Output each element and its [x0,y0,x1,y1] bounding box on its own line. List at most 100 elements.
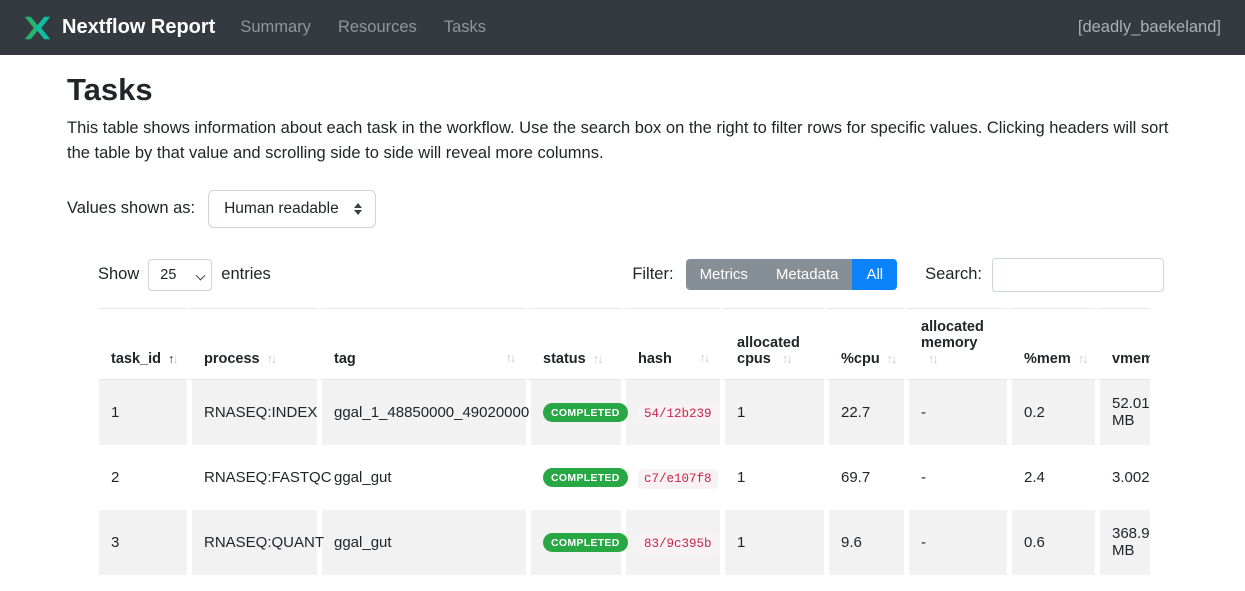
cell-process: RNASEQ:QUANT [187,510,317,575]
cell-hash: 83/9c395b [621,510,720,575]
cell-pct-cpu: 42.8 [824,575,904,591]
col-header-tag[interactable]: tag↑↓ [317,308,526,380]
table-row: 2 RNASEQ:FASTQC ggal_gut COMPLETED c7/e1… [99,445,1150,510]
cell-hash: 54/12b239 [621,380,720,445]
cell-status: COMPLETED [526,575,621,591]
entries-label: entries [221,265,271,284]
hash-code: 83/9c395b [638,534,718,554]
entries-select[interactable]: 25 [148,259,212,291]
sort-icon: ↑↓ [782,352,791,366]
cell-pct-cpu: 22.7 [824,380,904,445]
cell-tag: ggal_1_48850000_49020000 [317,380,526,445]
cell-status: COMPLETED [526,445,621,510]
page-description-line1: This table shows information about each … [67,116,1245,141]
navbar-brand[interactable]: Nextflow Report [24,15,215,41]
filter-search-group: Filter: Metrics Metadata All Search: [632,258,1164,292]
table-header-row: task_id↑↓ process↑↓ tag↑↓ status↑↓ hash↑… [99,308,1150,380]
page-title: Tasks [67,71,1245,110]
cell-allocated-cpus: 1 [720,380,824,445]
show-label: Show [98,265,139,284]
table-row: 1 RNASEQ:INDEX ggal_1_48850000_49020000 … [99,380,1150,445]
cell-status: COMPLETED [526,380,621,445]
col-header-vmem[interactable]: vmem↑↓ [1095,308,1150,380]
col-header-allocated-cpus[interactable]: allocated cpus ↑↓ [720,308,824,380]
sort-icon: ↑↓ [1078,352,1087,366]
cell-allocated-cpus: 1 [720,575,824,591]
entries-selected: 25 [160,267,176,283]
filter-all-button[interactable]: All [852,259,897,290]
sort-icon: ↑↓ [506,351,515,365]
cell-pct-mem: 1.4 [1007,575,1095,591]
cell-process: MULTIQC [187,575,317,591]
col-header-pct-mem[interactable]: %mem↑↓ [1007,308,1095,380]
sort-icon: ↑↓ [700,351,709,365]
sort-icon: ↑↓ [267,352,276,366]
nextflow-logo-icon [24,15,51,41]
col-header-pct-cpu[interactable]: %cpu↑↓ [824,308,904,380]
page-description-line2: the table by that value and scrolling si… [67,141,1245,166]
cell-allocated-memory: - [904,445,1007,510]
cell-vmem: 52.016 MB [1095,380,1150,445]
filter-metrics-button[interactable]: Metrics [686,259,762,290]
hash-code: c7/e107f8 [638,469,718,489]
cell-tag: ggal_gut [317,445,526,510]
cell-allocated-cpus: 1 [720,445,824,510]
cell-pct-mem: 0.2 [1007,380,1095,445]
entries-control: Show 25 entries [98,259,271,291]
cell-tag: - [317,575,526,591]
navbar-brand-label: Nextflow Report [62,16,215,39]
search-input[interactable] [992,258,1164,292]
status-badge: COMPLETED [543,468,628,487]
cell-process: RNASEQ:INDEX [187,380,317,445]
cell-pct-cpu: 9.6 [824,510,904,575]
page-description: This table shows information about each … [67,116,1245,166]
cell-pct-cpu: 69.7 [824,445,904,510]
col-header-hash[interactable]: hash↑↓ [621,308,720,380]
navbar-links: Summary Resources Tasks [240,18,486,37]
hash-code: 54/12b239 [638,404,718,424]
sort-icon: ↑↓ [593,352,602,366]
status-badge: COMPLETED [543,403,628,422]
status-badge: COMPLETED [543,533,628,552]
cell-tag: ggal_gut [317,510,526,575]
table-row: 3 RNASEQ:QUANT ggal_gut COMPLETED 83/9c3… [99,510,1150,575]
cell-hash: c7/e107f8 [621,445,720,510]
table-controls: Show 25 entries Filter: Metrics Metadata… [98,258,1164,292]
cell-process: RNASEQ:FASTQC [187,445,317,510]
run-name: [deadly_baekeland] [1078,18,1221,37]
cell-allocated-memory: - [904,510,1007,575]
cell-vmem: 571.58 MB [1095,575,1150,591]
tasks-table: task_id↑↓ process↑↓ tag↑↓ status↑↓ hash↑… [99,308,1150,591]
col-header-allocated-memory[interactable]: allocated memory ↑↓ [904,308,1007,380]
values-shown-label: Values shown as: [67,199,195,218]
cell-allocated-cpus: 1 [720,510,824,575]
cell-task-id: 1 [99,380,187,445]
cell-task-id: 3 [99,510,187,575]
col-header-task-id[interactable]: task_id↑↓ [99,308,187,380]
values-shown-row: Values shown as: Human readable [67,190,1245,228]
col-header-process[interactable]: process↑↓ [187,308,317,380]
sort-icon: ↑↓ [928,352,937,366]
tasks-table-wrapper[interactable]: task_id↑↓ process↑↓ tag↑↓ status↑↓ hash↑… [99,308,1150,591]
search-label: Search: [925,265,982,284]
cell-hash: 94/c235e1 [621,575,720,591]
nav-item-resources[interactable]: Resources [338,18,417,37]
select-updown-icon [354,203,362,215]
nav-item-tasks[interactable]: Tasks [444,18,486,37]
values-shown-selected: Human readable [224,200,339,218]
filter-label: Filter: [632,265,673,284]
navbar: Nextflow Report Summary Resources Tasks … [0,0,1245,55]
cell-vmem: 368.95 MB [1095,510,1150,575]
cell-task-id: 2 [99,445,187,510]
sort-asc-icon: ↑↓ [168,352,177,366]
cell-pct-mem: 2.4 [1007,445,1095,510]
cell-status: COMPLETED [526,510,621,575]
cell-pct-mem: 0.6 [1007,510,1095,575]
col-header-status[interactable]: status↑↓ [526,308,621,380]
chevron-down-icon [196,270,206,280]
sort-icon: ↑↓ [887,352,896,366]
values-shown-select[interactable]: Human readable [208,190,376,228]
nav-item-summary[interactable]: Summary [240,18,311,37]
filter-metadata-button[interactable]: Metadata [762,259,853,290]
cell-task-id: 4 [99,575,187,591]
